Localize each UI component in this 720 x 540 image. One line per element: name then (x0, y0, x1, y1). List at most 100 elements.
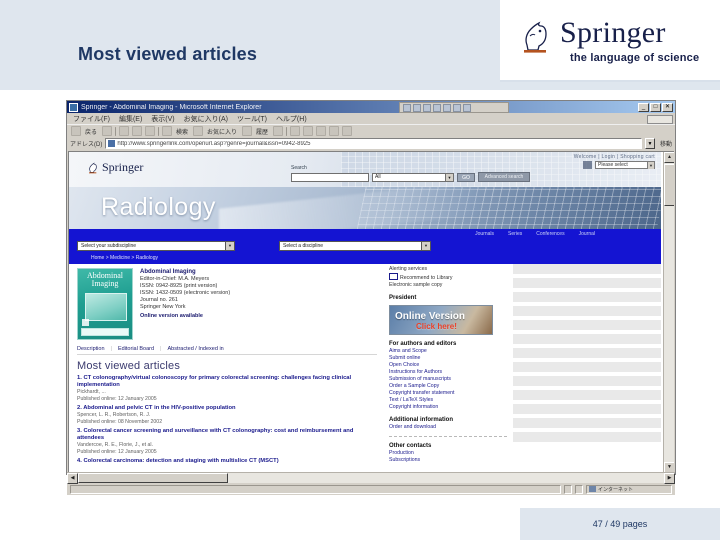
slide-header-right: Springer the language of science (500, 0, 720, 82)
sidebar-link[interactable]: Copyright transfer statement (389, 390, 507, 397)
rail-placeholder (513, 390, 661, 400)
site-top-links[interactable]: Welcome | Login | Shopping cart (574, 154, 655, 160)
rail-placeholder (513, 348, 661, 358)
scroll-left-button[interactable]: ◀ (67, 473, 78, 484)
ime-dictionary-icon[interactable] (433, 103, 441, 112)
article-title[interactable]: 1. CT colonography/virtual colonoscopy f… (77, 375, 377, 389)
refresh-icon[interactable] (132, 126, 143, 136)
horizontal-scrollbar[interactable]: ◀ ▶ (67, 472, 675, 484)
nav-link-series[interactable]: Series (508, 231, 522, 237)
tab-abstracted-indexed[interactable]: Abstracted / Indexed in (167, 346, 223, 352)
sidebar-link[interactable]: Submit online (389, 355, 507, 362)
maximize-button[interactable]: □ (650, 102, 661, 112)
search-icon[interactable] (162, 126, 173, 136)
journal-tabs[interactable]: Description | Editorial Board | Abstract… (77, 346, 377, 355)
journal-online-note[interactable]: Online version available (140, 313, 377, 319)
menu-item-edit[interactable]: 編集(E) (119, 114, 142, 124)
vertical-scrollbar[interactable]: ▲ ▼ (663, 152, 674, 472)
home-icon[interactable] (145, 126, 156, 136)
article-published: Published online: 08 November 2002 (77, 418, 163, 425)
chevron-down-icon[interactable]: ▼ (421, 241, 430, 250)
address-dropdown-icon[interactable]: ▼ (644, 138, 655, 149)
alerting-services-link[interactable]: Alerting services (389, 266, 507, 273)
vertical-scroll-thumb[interactable] (664, 164, 674, 206)
ime-tools-icon[interactable] (463, 103, 471, 112)
browser-addressbar[interactable]: アドレス(D) http://www.springerlink.com/open… (67, 137, 675, 150)
horizontal-scroll-track[interactable] (228, 473, 664, 483)
stop-icon[interactable] (119, 126, 130, 136)
menu-item-view[interactable]: 表示(V) (151, 114, 174, 124)
nav-link-journal[interactable]: Journal (579, 231, 595, 237)
mail-icon[interactable] (290, 126, 301, 136)
tab-editorial-board[interactable]: Editorial Board (118, 346, 154, 352)
edit-icon[interactable] (316, 126, 327, 136)
sidebar-link[interactable]: Aims and Scope (389, 348, 507, 355)
article-title[interactable]: 4. Colorectal carcinoma: detection and s… (77, 458, 377, 465)
scroll-down-button[interactable]: ▼ (664, 462, 674, 472)
address-label: アドレス(D) (70, 142, 103, 148)
article-title[interactable]: 3. Colorectal cancer screening and surve… (77, 428, 377, 442)
address-input[interactable]: http://www.springerlink.com/openurl.asp?… (105, 138, 642, 149)
menu-item-help[interactable]: ヘルプ(H) (276, 114, 307, 124)
ime-mode-icon[interactable] (403, 103, 411, 112)
tab-description[interactable]: Description (77, 346, 105, 352)
sidebar-link[interactable]: Instructions for Authors (389, 369, 507, 376)
sidebar-link[interactable]: Order and download (389, 424, 507, 431)
recommend-to-library-link[interactable]: Recommend to Library (389, 273, 507, 282)
horizontal-scroll-thumb[interactable] (78, 473, 228, 483)
country-select[interactable]: Please select ▼ (595, 161, 655, 169)
menu-item-tools[interactable]: ツール(T) (237, 114, 267, 124)
search-input[interactable] (291, 172, 369, 182)
subdiscipline-select[interactable]: Select your subdiscipline ▼ (77, 240, 235, 251)
favorites-icon[interactable] (193, 126, 204, 136)
scroll-up-button[interactable]: ▲ (664, 152, 674, 163)
minimize-button[interactable]: _ (638, 102, 649, 112)
sidebar-link[interactable]: Subscriptions (389, 457, 507, 464)
ime-input-icon[interactable] (413, 103, 421, 112)
chevron-down-icon[interactable]: ▼ (647, 161, 654, 169)
search-category-select[interactable]: All ▼ (372, 172, 454, 182)
browser-toolbar[interactable]: 戻る 検索 お気に入り 履歴 (67, 124, 675, 137)
ime-help-icon[interactable] (453, 103, 461, 112)
journal-title[interactable]: Abdominal Imaging (140, 269, 377, 275)
nav-link-conferences[interactable]: Conferences (536, 231, 564, 237)
ime-convert-icon[interactable] (423, 103, 431, 112)
navbar-links[interactable]: Journals Series Conferences Journal (69, 229, 661, 238)
search-go-button[interactable]: GO (457, 172, 475, 182)
menu-item-file[interactable]: ファイル(F) (73, 114, 110, 124)
menu-item-favorites[interactable]: お気に入り(A) (184, 114, 228, 124)
chevron-down-icon[interactable]: ▼ (445, 173, 453, 181)
ime-pad-icon[interactable] (443, 103, 451, 112)
browser-menubar[interactable]: ファイル(F) 編集(E) 表示(V) お気に入り(A) ツール(T) ヘルプ(… (67, 113, 675, 124)
shopping-cart-icon[interactable] (583, 161, 592, 169)
scroll-right-button[interactable]: ▶ (664, 473, 675, 484)
electronic-sample-copy-link[interactable]: Electronic sample copy (389, 282, 507, 289)
discuss-icon[interactable] (329, 126, 340, 136)
sidebar-link[interactable]: Open Choice (389, 362, 507, 369)
address-url: http://www.springerlink.com/openurl.asp?… (117, 140, 311, 147)
sidebar-link[interactable]: Production (389, 450, 507, 457)
discipline-select[interactable]: Select a discipline ▼ (279, 240, 431, 251)
nav-link-journals[interactable]: Journals (475, 231, 494, 237)
forward-icon[interactable] (102, 126, 113, 136)
ime-toolbar[interactable] (399, 102, 509, 113)
print-icon[interactable] (303, 126, 314, 136)
article-title[interactable]: 2. Abdominal and pelvic CT in the HIV-po… (77, 405, 377, 412)
close-button[interactable]: ✕ (662, 102, 673, 112)
sidebar-link[interactable]: Order a Sample Copy (389, 383, 507, 390)
breadcrumb[interactable]: Home > Medicine > Radiology (69, 253, 661, 264)
journal-cover[interactable]: Abdominal Imaging (77, 268, 133, 340)
history-icon[interactable] (242, 126, 253, 136)
sidebar-link[interactable]: Text / LaTeX Styles (389, 397, 507, 404)
advanced-search-button[interactable]: Advanced search (478, 172, 530, 182)
online-version-promo[interactable]: Online Version Click here! (389, 305, 493, 335)
back-icon[interactable] (71, 126, 81, 136)
chevron-down-icon[interactable]: ▼ (225, 241, 234, 250)
sidebar-link[interactable]: Submission of manuscripts (389, 376, 507, 383)
promo-line-1: Online Version (395, 311, 466, 322)
site-logo[interactable]: Springer (87, 160, 143, 175)
messenger-icon[interactable] (342, 126, 353, 136)
media-icon[interactable] (273, 126, 284, 136)
sidebar-link[interactable]: Copyright information (389, 404, 507, 411)
address-go-button[interactable]: 移動 (658, 139, 672, 148)
